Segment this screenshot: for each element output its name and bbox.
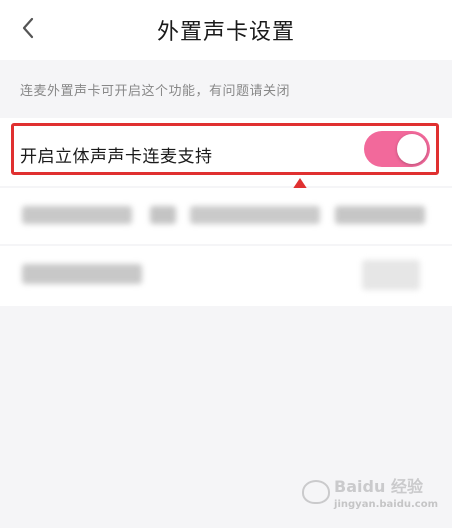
page-title: 外置声卡设置 bbox=[156, 20, 295, 45]
watermark-url: jingyan.baidu.com bbox=[334, 499, 438, 510]
watermark-text: Baidu 经验 bbox=[334, 477, 423, 496]
section-description: 连麦外置声卡可开启这个功能，有问题请关闭 bbox=[20, 84, 291, 99]
setting-row-blurred bbox=[0, 246, 452, 306]
watermark: Baidu 经验 jingyan.baidu.com bbox=[302, 473, 438, 510]
baidu-paw-icon bbox=[302, 479, 331, 504]
annotation-highlight-box bbox=[11, 123, 439, 175]
setting-row-blurred bbox=[0, 188, 452, 244]
top-bar: 外置声卡设置 bbox=[0, 0, 452, 60]
